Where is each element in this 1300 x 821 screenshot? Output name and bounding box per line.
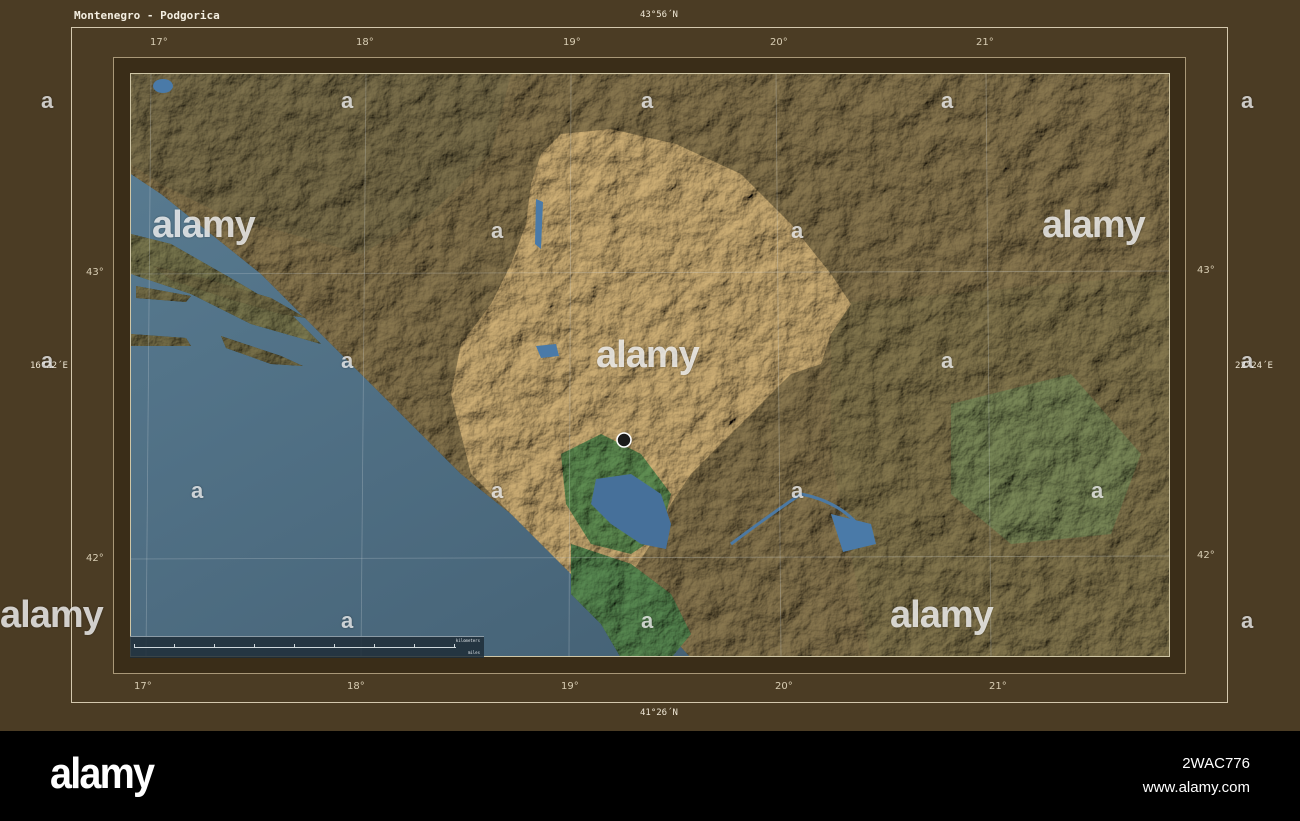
- scale-unit-km: kilometers: [455, 638, 480, 643]
- scale-bar: kilometers miles: [130, 636, 484, 658]
- north-extent-label: 43°56´N: [640, 10, 678, 20]
- podgorica-marker: [616, 432, 632, 448]
- watermark-glyph: a: [641, 608, 654, 633]
- lake-small: [153, 79, 173, 93]
- scale-tick: [174, 644, 175, 647]
- map-title: Montenegro - Podgorica: [74, 9, 220, 22]
- top-lon-label: 18°: [356, 37, 374, 48]
- watermark-glyph: a: [1241, 608, 1254, 633]
- watermark-word: alamy: [152, 204, 256, 246]
- footer-image-id: 2WAC776: [1182, 755, 1250, 772]
- watermark-glyph: a: [41, 88, 54, 113]
- watermark-glyph: a: [341, 88, 354, 113]
- watermark-glyph: a: [1241, 88, 1254, 113]
- watermark-glyph: a: [341, 348, 354, 373]
- bottom-lon-label: 20°: [775, 681, 793, 692]
- scale-unit-mi: miles: [467, 650, 480, 655]
- footer-url: www.alamy.com: [1142, 779, 1250, 796]
- bottom-lon-label: 21°: [989, 681, 1007, 692]
- watermark-glyph: a: [941, 348, 954, 373]
- right-lat-label: 42°: [1197, 550, 1215, 561]
- watermark-word: alamy: [0, 594, 104, 636]
- left-lat-label: 42°: [86, 553, 104, 564]
- watermark-glyph: a: [341, 608, 354, 633]
- watermark-glyph: a: [1091, 478, 1104, 503]
- footer-logo: alamy: [50, 749, 155, 798]
- scale-tick: [374, 644, 375, 647]
- scale-tick: [214, 644, 215, 647]
- bottom-lon-label: 17°: [134, 681, 152, 692]
- scale-tick: [334, 644, 335, 647]
- watermark-glyph: a: [941, 88, 954, 113]
- south-extent-label: 41°26´N: [640, 708, 678, 718]
- scale-tick: [414, 644, 415, 647]
- right-lat-label: 43°: [1197, 265, 1215, 276]
- scale-tick: [454, 644, 455, 647]
- scale-tick: [134, 644, 135, 647]
- left-lat-label: 43°: [86, 267, 104, 278]
- top-lon-label: 21°: [976, 37, 994, 48]
- watermark-glyph: a: [1241, 348, 1254, 373]
- watermark-glyph: a: [191, 478, 204, 503]
- top-lon-label: 17°: [150, 37, 168, 48]
- scale-line: [134, 647, 456, 648]
- top-lon-label: 20°: [770, 37, 788, 48]
- bottom-lon-label: 19°: [561, 681, 579, 692]
- watermark-glyph: a: [41, 348, 54, 373]
- watermark-glyph: a: [491, 218, 504, 243]
- watermark-word: alamy: [1042, 204, 1146, 246]
- watermark-glyph: a: [641, 88, 654, 113]
- scale-tick: [254, 644, 255, 647]
- map-sheet: Montenegro - Podgorica 43°56´N 41°26´N 1…: [0, 0, 1300, 731]
- watermark-glyph: a: [491, 478, 504, 503]
- footer-bar: alamy 2WAC776 www.alamy.com: [0, 731, 1300, 821]
- bottom-lon-label: 18°: [347, 681, 365, 692]
- watermark-glyph: a: [791, 478, 804, 503]
- watermark-glyph: a: [791, 218, 804, 243]
- watermark-word: alamy: [596, 334, 700, 376]
- watermark-word: alamy: [890, 594, 994, 636]
- scale-tick: [294, 644, 295, 647]
- top-lon-label: 19°: [563, 37, 581, 48]
